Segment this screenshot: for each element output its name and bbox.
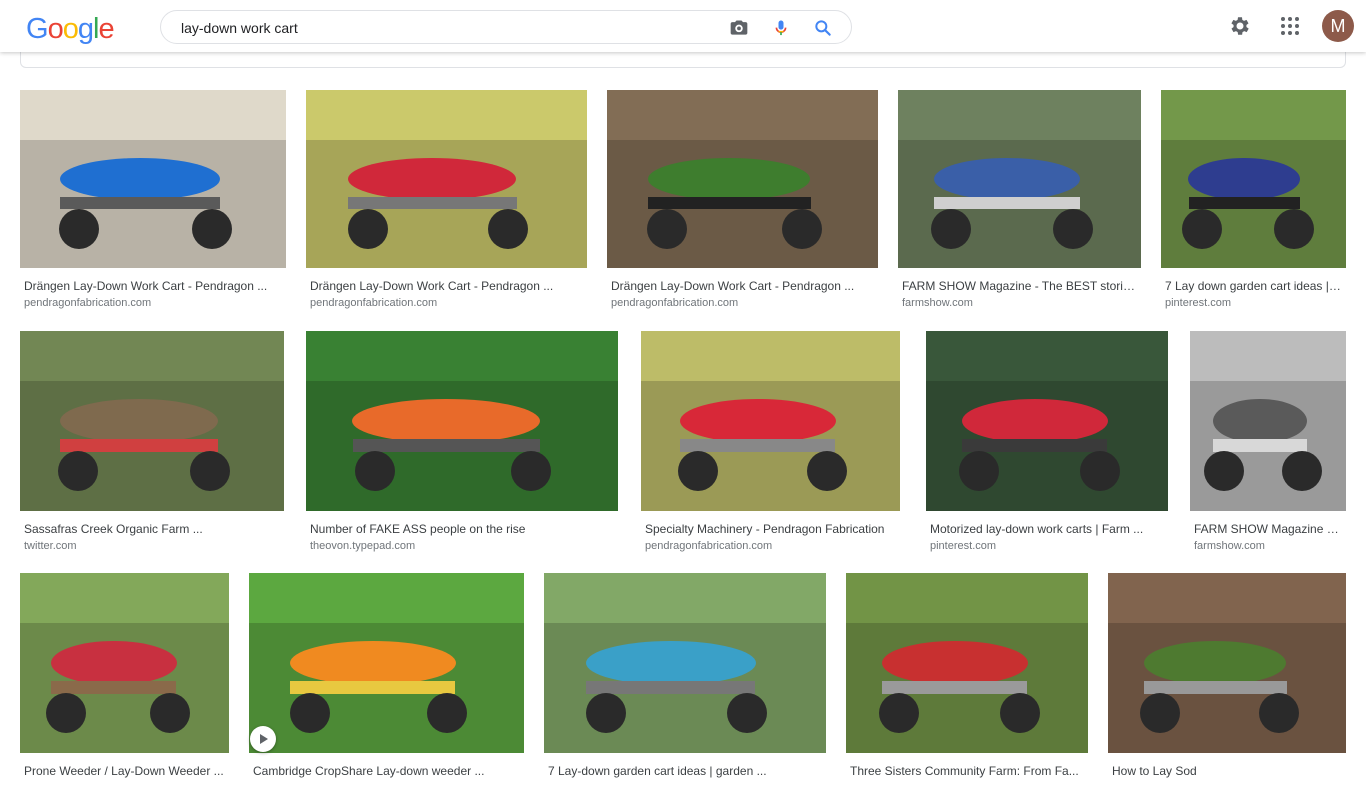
settings-gear-icon[interactable] xyxy=(1228,14,1252,38)
result-thumbnail[interactable] xyxy=(544,573,826,753)
apps-grid-icon[interactable] xyxy=(1280,16,1300,36)
result-source[interactable]: pendragonfabrication.com xyxy=(310,296,583,310)
result-source[interactable]: pendragonfabrication.com xyxy=(611,296,874,310)
logo-letter: o xyxy=(62,13,79,45)
camera-icon[interactable] xyxy=(729,18,749,38)
logo-letter: G xyxy=(26,13,49,45)
result-title[interactable]: Drängen Lay-Down Work Cart - Pendragon .… xyxy=(24,278,282,294)
result-thumbnail[interactable] xyxy=(1190,331,1346,511)
logo-letter: g xyxy=(77,13,94,45)
result-title[interactable]: 7 Lay-down garden cart ideas | garden ..… xyxy=(548,763,822,779)
microphone-icon[interactable] xyxy=(771,18,791,38)
result-thumbnail[interactable] xyxy=(1161,90,1346,268)
filter-bar xyxy=(20,52,1346,68)
result-title[interactable]: Drängen Lay-Down Work Cart - Pendragon .… xyxy=(611,278,874,294)
result-source[interactable]: theovon.typepad.com xyxy=(310,539,614,553)
result-title[interactable]: FARM SHOW Magazine - ... xyxy=(1194,521,1342,537)
result-source[interactable]: farmshow.com xyxy=(1194,539,1342,553)
result-thumbnail[interactable] xyxy=(20,573,229,753)
image-result-card[interactable]: 7 Lay down garden cart ideas | ... pinter… xyxy=(1161,90,1346,310)
result-source[interactable]: pinterest.com xyxy=(1165,296,1342,310)
search-input[interactable] xyxy=(181,18,721,38)
result-title[interactable]: 7 Lay down garden cart ideas | ... xyxy=(1165,278,1342,294)
result-title[interactable]: FARM SHOW Magazine - The BEST storie... xyxy=(902,278,1137,294)
image-result-card[interactable]: Specialty Machinery - Pendragon Fabricat… xyxy=(641,331,900,553)
result-title[interactable]: Cambridge CropShare Lay-down weeder ... xyxy=(253,763,520,779)
result-thumbnail[interactable] xyxy=(641,331,900,511)
result-source[interactable]: twitter.com xyxy=(24,539,280,553)
image-result-card[interactable]: Drängen Lay-Down Work Cart - Pendragon .… xyxy=(306,90,587,310)
video-play-icon[interactable] xyxy=(250,726,276,752)
image-result-card[interactable]: 7 Lay-down garden cart ideas | garden ..… xyxy=(544,573,826,795)
result-thumbnail[interactable] xyxy=(306,331,618,511)
result-source[interactable]: pinterest.com xyxy=(930,539,1164,553)
result-thumbnail[interactable] xyxy=(898,90,1141,268)
result-source[interactable]: farmshow.com xyxy=(902,296,1137,310)
result-title[interactable]: Number of FAKE ASS people on the rise xyxy=(310,521,614,537)
image-result-card[interactable]: How to Lay Sod xyxy=(1108,573,1346,795)
result-title[interactable]: Specialty Machinery - Pendragon Fabricat… xyxy=(645,521,896,537)
image-result-card[interactable]: Sassafras Creek Organic Farm ... twitter.… xyxy=(20,331,284,553)
result-source[interactable]: pendragonfabrication.com xyxy=(24,296,282,310)
search-icon[interactable] xyxy=(813,18,833,38)
result-thumbnail[interactable] xyxy=(607,90,878,268)
result-thumbnail[interactable] xyxy=(249,573,524,753)
logo-letter: e xyxy=(98,13,114,45)
header-bar: Google M xyxy=(0,0,1366,52)
image-result-card[interactable]: Three Sisters Community Farm: From Fa... xyxy=(846,573,1088,795)
logo-letter: o xyxy=(47,13,64,45)
search-box xyxy=(160,10,852,44)
image-result-card[interactable]: Motorized lay-down work carts | Farm ...… xyxy=(926,331,1168,553)
result-thumbnail[interactable] xyxy=(20,331,284,511)
account-avatar[interactable]: M xyxy=(1322,10,1354,42)
result-thumbnail[interactable] xyxy=(846,573,1088,753)
result-title[interactable]: Three Sisters Community Farm: From Fa... xyxy=(850,763,1084,779)
result-title[interactable]: Motorized lay-down work carts | Farm ... xyxy=(930,521,1164,537)
image-result-card[interactable]: FARM SHOW Magazine - The BEST storie... f… xyxy=(898,90,1141,310)
result-thumbnail[interactable] xyxy=(926,331,1168,511)
result-thumbnail[interactable] xyxy=(1108,573,1346,753)
image-result-card[interactable]: FARM SHOW Magazine - ... farmshow.com xyxy=(1190,331,1346,553)
result-thumbnail[interactable] xyxy=(20,90,286,268)
result-source[interactable]: pendragonfabrication.com xyxy=(645,539,896,553)
image-result-card[interactable]: Drängen Lay-Down Work Cart - Pendragon .… xyxy=(20,90,286,310)
image-result-card[interactable]: Drängen Lay-Down Work Cart - Pendragon .… xyxy=(607,90,878,310)
google-logo[interactable]: Google xyxy=(26,13,115,45)
result-title[interactable]: Prone Weeder / Lay-Down Weeder ... xyxy=(24,763,225,779)
image-result-card[interactable]: Prone Weeder / Lay-Down Weeder ... xyxy=(20,573,229,795)
result-thumbnail[interactable] xyxy=(306,90,587,268)
result-title[interactable]: Sassafras Creek Organic Farm ... xyxy=(24,521,280,537)
result-title[interactable]: Drängen Lay-Down Work Cart - Pendragon .… xyxy=(310,278,583,294)
image-result-card[interactable]: Number of FAKE ASS people on the rise the… xyxy=(306,331,618,553)
result-title[interactable]: How to Lay Sod xyxy=(1112,763,1342,779)
image-result-card[interactable]: Cambridge CropShare Lay-down weeder ... xyxy=(249,573,524,795)
